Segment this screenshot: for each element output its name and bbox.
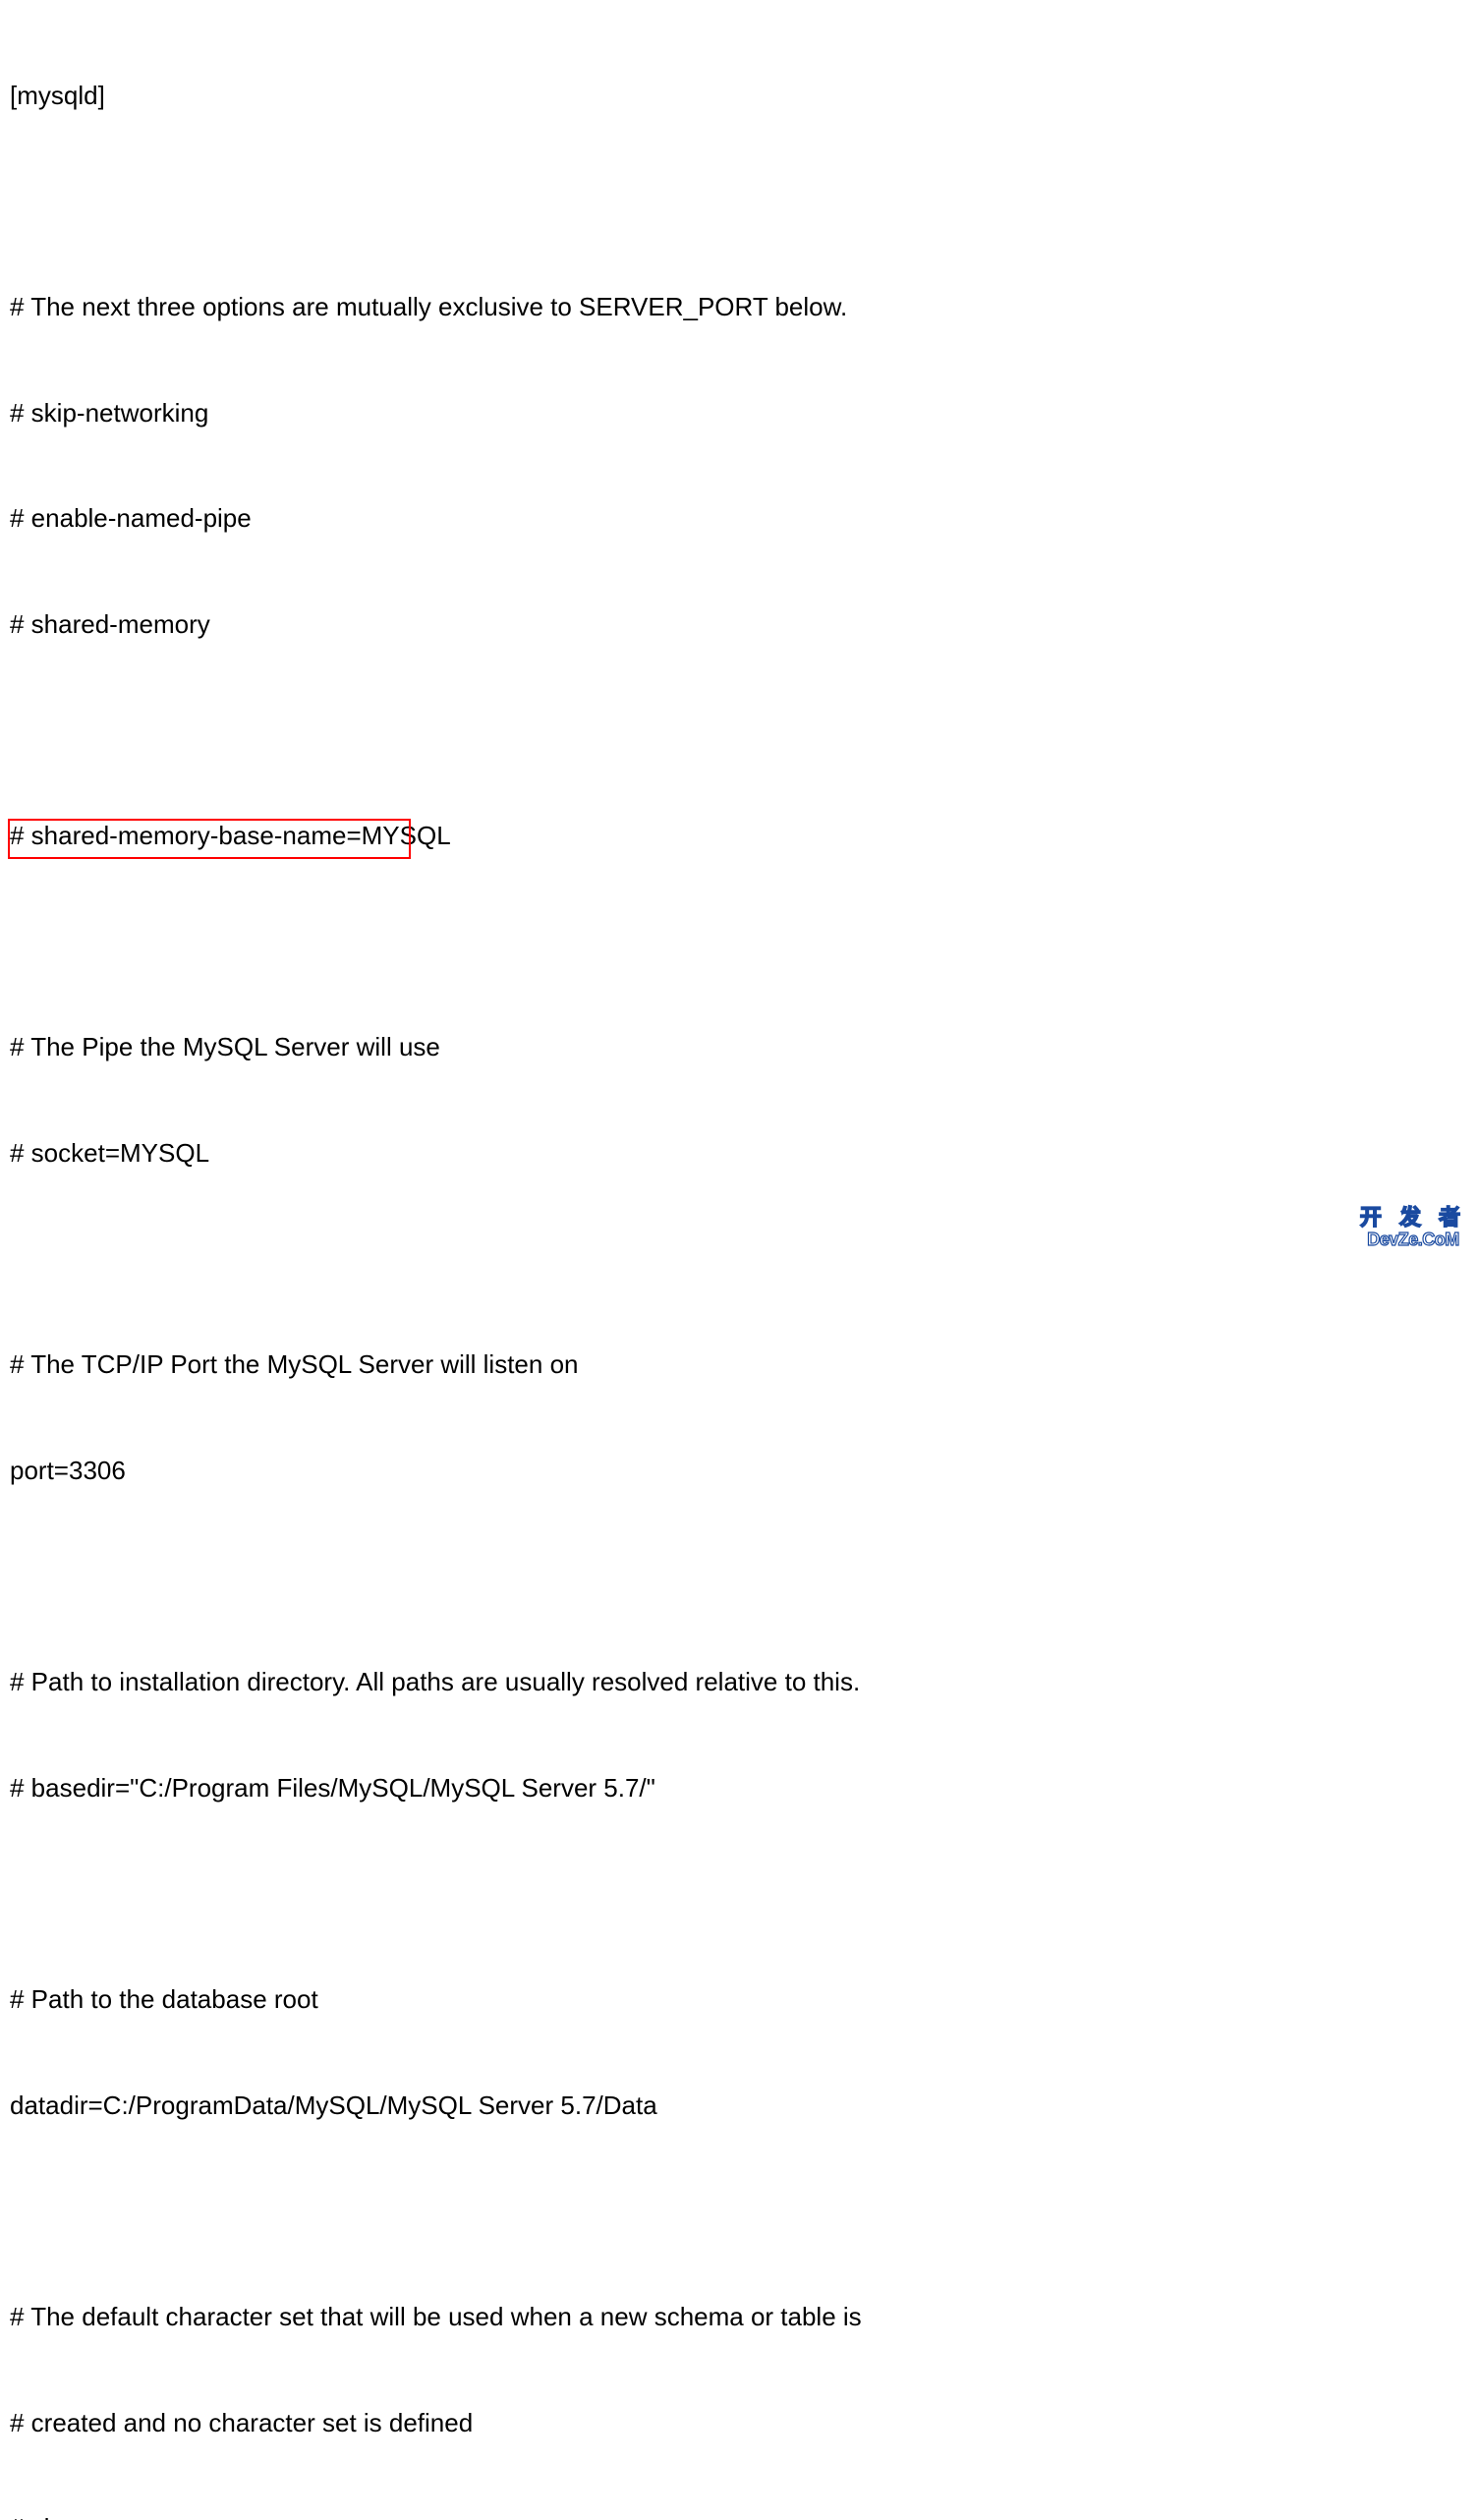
- config-line: # character-set-server=: [10, 2511, 1468, 2520]
- config-line: # shared-memory: [10, 607, 1468, 643]
- config-line: # Path to installation directory. All pa…: [10, 1665, 1468, 1700]
- config-line: [10, 1560, 1468, 1595]
- config-line: # skip-networking: [10, 396, 1468, 431]
- config-line: # basedir="C:/Program Files/MySQL/MySQL …: [10, 1771, 1468, 1806]
- watermark-cn-text: 开 发 者: [1354, 1207, 1472, 1229]
- config-line: # The TCP/IP Port the MySQL Server will …: [10, 1347, 1468, 1383]
- watermark-logo: 开 发 者 DevZe.CoM: [1354, 1207, 1472, 1254]
- config-line: # Path to the database root: [10, 1982, 1468, 2018]
- config-line: # socket=MYSQL: [10, 1136, 1468, 1172]
- config-line: [10, 925, 1468, 960]
- config-line: # The next three options are mutually ex…: [10, 290, 1468, 325]
- config-line: # The default character set that will be…: [10, 2300, 1468, 2335]
- config-line: port=3306: [10, 1454, 1468, 1489]
- watermark-en-text: DevZe.CoM: [1354, 1231, 1472, 1248]
- config-line: # The Pipe the MySQL Server will use: [10, 1030, 1468, 1065]
- config-line: # shared-memory-base-name=MYSQL: [10, 819, 1468, 854]
- config-line: [10, 714, 1468, 749]
- config-line: [10, 1876, 1468, 1912]
- config-line: [mysqld]: [10, 79, 1468, 114]
- config-line: # enable-named-pipe: [10, 501, 1468, 537]
- config-line: [10, 184, 1468, 219]
- config-line: datadir=C:/ProgramData/MySQL/MySQL Serve…: [10, 2089, 1468, 2124]
- config-file-content: [mysqld] # The next three options are mu…: [10, 8, 1468, 2520]
- config-line: # created and no character set is define…: [10, 2406, 1468, 2441]
- config-line: [10, 2194, 1468, 2229]
